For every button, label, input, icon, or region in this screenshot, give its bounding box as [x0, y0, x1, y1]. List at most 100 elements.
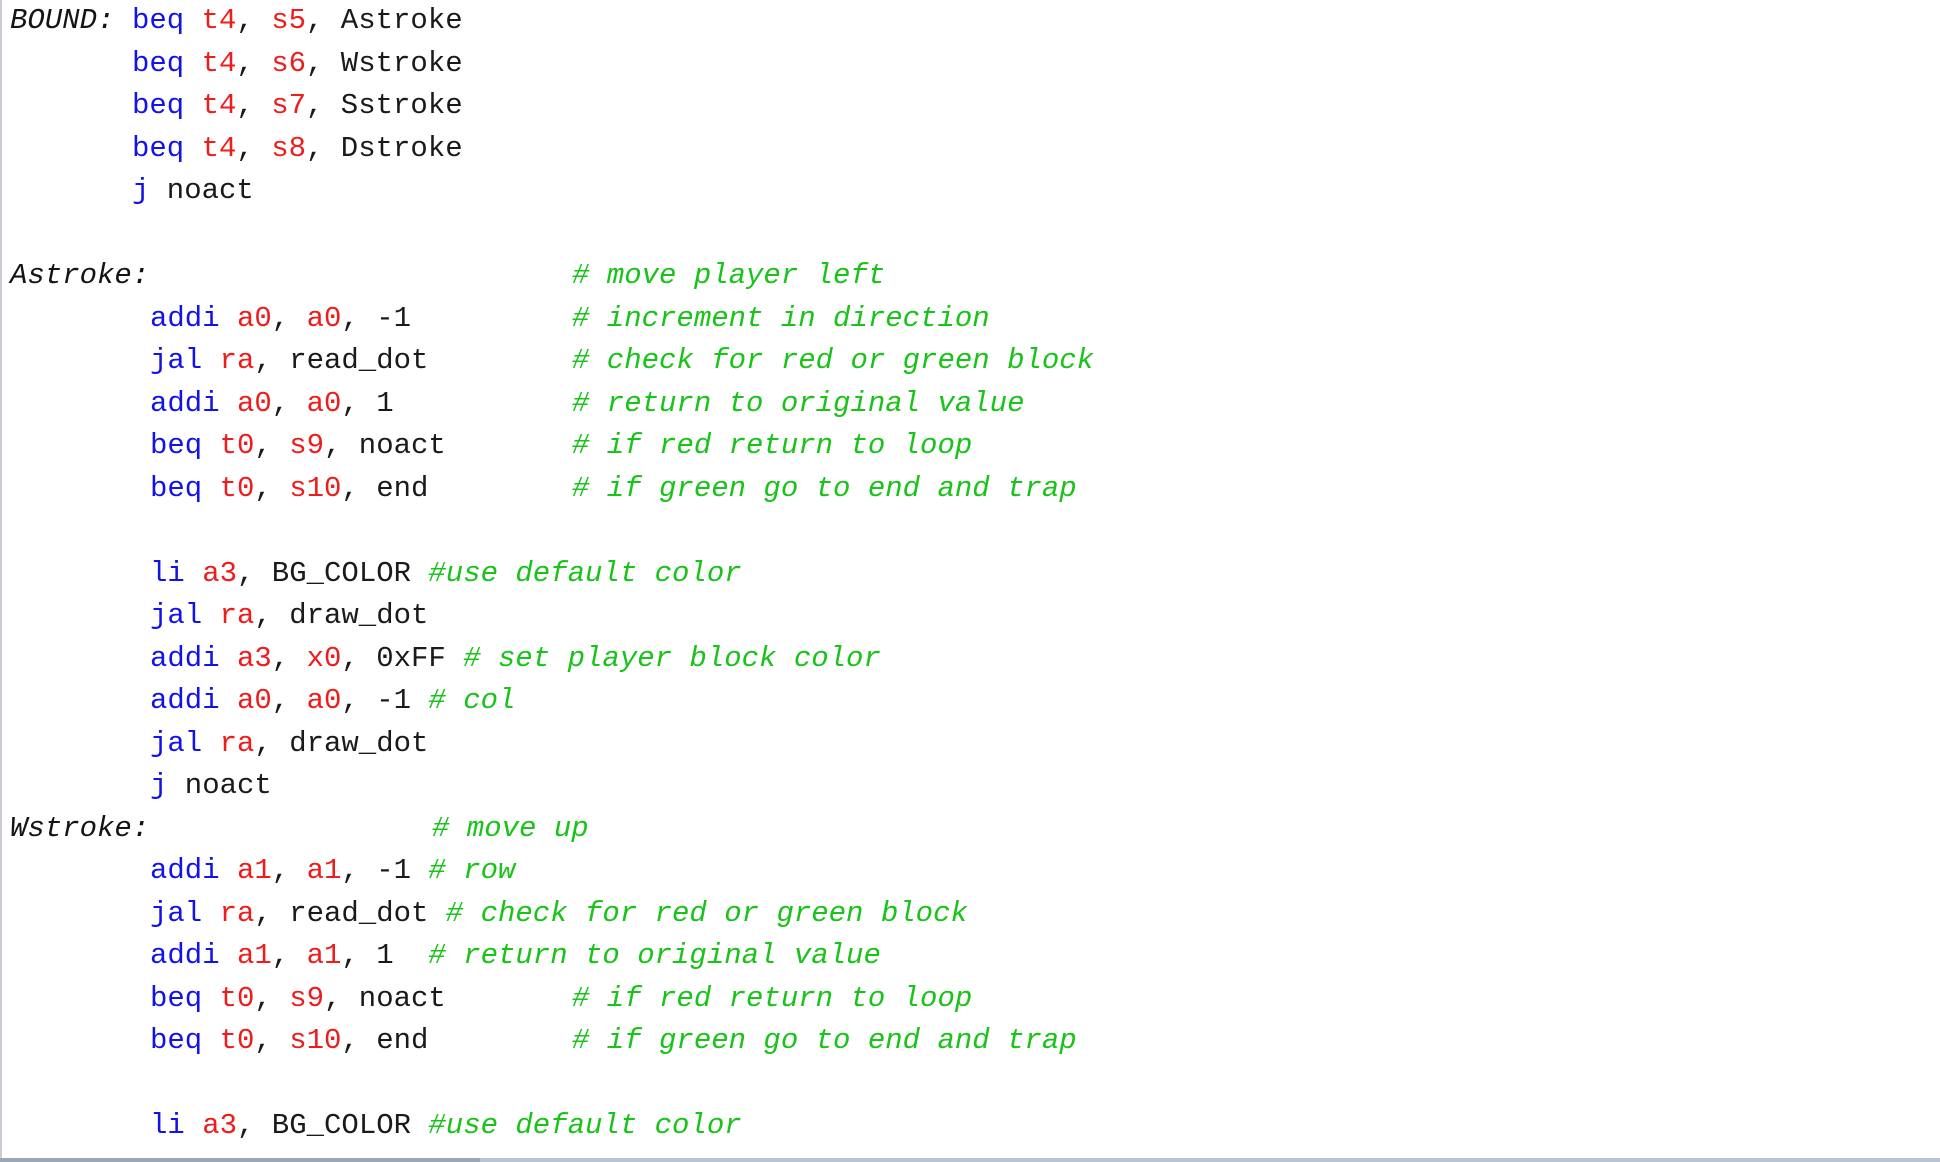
scrollbar-thumb[interactable]	[480, 1158, 1940, 1162]
operand-text: ,	[271, 386, 307, 420]
register-token: t4	[201, 4, 237, 37]
register-token: a0	[237, 301, 272, 335]
register-token: t4	[201, 89, 237, 122]
register-token: a1	[237, 854, 272, 887]
operand-text	[202, 595, 219, 638]
register-token: s9	[289, 981, 324, 1015]
register-token: a0	[237, 386, 272, 420]
register-token: t4	[201, 131, 237, 165]
instruction-keyword: j	[150, 769, 168, 802]
code-line[interactable]: addi a0, a0, -1 # increment in direction	[10, 298, 1940, 341]
code-line[interactable]: j noact	[10, 765, 1940, 808]
operand-text: ,	[271, 301, 307, 335]
code-comment: # if green go to end and trap	[572, 1024, 1077, 1057]
operand-text	[220, 298, 237, 341]
operand-text: , Wstroke	[306, 46, 463, 80]
editor-gutter-border	[0, 0, 2, 1158]
instruction-keyword: beq	[132, 46, 185, 80]
operand-text: , Dstroke	[306, 131, 463, 165]
operand-text: ,	[271, 854, 307, 887]
operand-text	[220, 680, 237, 723]
instruction-keyword: beq	[150, 1024, 203, 1057]
operand-text: ,	[254, 471, 290, 505]
code-comment: # if green go to end and trap	[572, 471, 1077, 505]
inline-comment: # return to original value	[428, 939, 881, 972]
horizontal-scrollbar[interactable]	[0, 1158, 1940, 1162]
register-token: s9	[289, 429, 324, 462]
operand-text	[185, 553, 202, 596]
operand-text: , end	[341, 471, 429, 505]
register-token: a1	[237, 939, 272, 972]
operand-text: ,	[254, 1024, 290, 1057]
code-area[interactable]: BOUND: beq t4, s5, Astroke beq t4, s6, Wst…	[10, 0, 1940, 1148]
operand-text	[202, 340, 219, 383]
operand-text: , 1	[341, 939, 429, 972]
register-token: ra	[219, 344, 255, 377]
operand-text	[202, 978, 219, 1021]
code-line[interactable]: jal ra, draw_dot	[10, 723, 1940, 766]
code-line[interactable]: li a3, BG_COLOR #use default color	[10, 553, 1940, 596]
instruction-keyword: li	[150, 556, 185, 590]
operand-text: , read_dot	[254, 896, 446, 930]
code-line[interactable]: Astroke: # move player left	[10, 255, 1940, 298]
code-line[interactable]: Wstroke: # move up	[10, 808, 1940, 851]
code-line[interactable]: BOUND: beq t4, s5, Astroke	[10, 0, 1940, 43]
code-line[interactable]	[10, 1063, 1940, 1106]
code-line[interactable]: addi a1, a1, -1 # row	[10, 850, 1940, 893]
code-line[interactable]: j noact	[10, 170, 1940, 213]
operand-text: , BG_COLOR	[237, 556, 429, 590]
code-line[interactable]: beq t0, s9, noact # if red return to loop	[10, 978, 1940, 1021]
code-editor[interactable]: BOUND: beq t4, s5, Astroke beq t4, s6, Wst…	[0, 0, 1940, 1162]
code-line[interactable]: jal ra, draw_dot	[10, 595, 1940, 638]
code-line[interactable]: addi a1, a1, 1 # return to original valu…	[10, 935, 1940, 978]
code-line[interactable]: beq t4, s7, Sstroke	[10, 85, 1940, 128]
operand-text: noact	[167, 769, 272, 802]
operand-text: noact	[149, 174, 254, 207]
instruction-keyword: j	[132, 174, 150, 207]
operand-text: , Astroke	[306, 4, 463, 37]
instruction-keyword: li	[150, 1109, 185, 1142]
code-line[interactable]: addi a3, x0, 0xFF # set player block col…	[10, 638, 1940, 681]
code-line[interactable]: jal ra, read_dot # check for red or green…	[10, 340, 1940, 383]
operand-text	[184, 0, 201, 43]
operand-text: ,	[236, 4, 272, 37]
register-token: a0	[306, 684, 342, 717]
register-token: s10	[289, 1024, 342, 1057]
operand-text: ,	[254, 429, 290, 462]
instruction-keyword: addi	[150, 641, 220, 675]
operand-text: ,	[236, 131, 272, 165]
instruction-keyword: beq	[132, 89, 185, 122]
code-line[interactable]: beq t4, s6, Wstroke	[10, 43, 1940, 86]
code-line[interactable]: beq t0, s10, end # if green go to end and…	[10, 468, 1940, 511]
code-line[interactable]	[10, 213, 1940, 256]
register-token: t4	[201, 46, 237, 80]
operand-text	[202, 468, 219, 511]
code-line[interactable]	[10, 510, 1940, 553]
operand-text: , 0xFF	[341, 641, 464, 675]
code-line[interactable]: beq t0, s10, end # if green go to end and…	[10, 1020, 1940, 1063]
code-line[interactable]: beq t0, s9, noact # if red return to loop	[10, 425, 1940, 468]
register-token: a0	[306, 386, 342, 420]
operand-text: , end	[341, 1024, 429, 1057]
register-token: a1	[306, 854, 342, 887]
inline-comment: #use default color	[428, 556, 742, 590]
code-line[interactable]: jal ra, read_dot # check for red or gree…	[10, 893, 1940, 936]
operand-text: ,	[271, 641, 307, 675]
code-line[interactable]: beq t4, s8, Dstroke	[10, 128, 1940, 171]
operand-text	[220, 638, 237, 681]
instruction-keyword: addi	[150, 854, 220, 887]
code-line[interactable]: addi a0, a0, 1 # return to original value	[10, 383, 1940, 426]
register-token: ra	[219, 896, 255, 930]
operand-text	[202, 893, 219, 936]
code-line[interactable]: li a3, BG_COLOR #use default color	[10, 1105, 1940, 1148]
code-line[interactable]: addi a0, a0, -1 # col	[10, 680, 1940, 723]
operand-text	[184, 128, 201, 171]
operand-text	[202, 425, 219, 468]
operand-text: , read_dot	[254, 344, 429, 377]
operand-text: , -1	[341, 301, 412, 335]
register-token: ra	[219, 726, 255, 760]
register-token: a3	[237, 641, 272, 675]
inline-comment: # set player block color	[463, 641, 881, 675]
instruction-keyword: jal	[150, 896, 203, 930]
operand-text	[220, 935, 237, 978]
